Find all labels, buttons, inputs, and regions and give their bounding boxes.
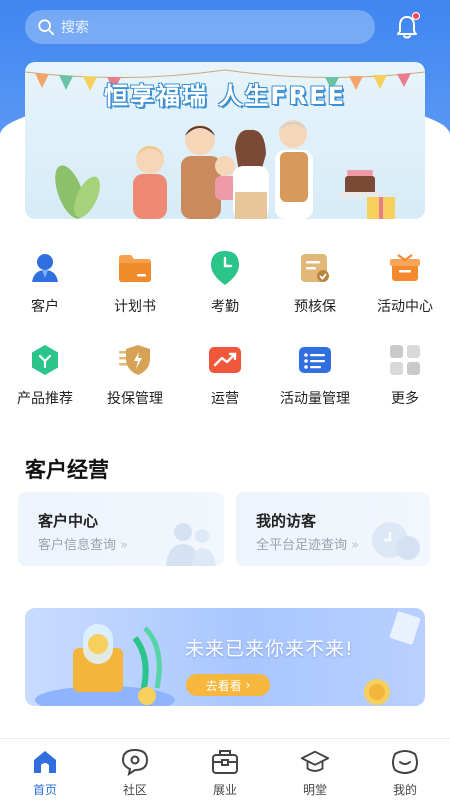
quick-action-pre-underwriting[interactable]: 预核保 [270, 248, 360, 316]
nav-community[interactable]: 社区 [90, 739, 180, 800]
product-icon [25, 340, 65, 380]
quick-action-attendance[interactable]: 考勤 [180, 248, 270, 316]
nav-business[interactable]: 展业 [180, 739, 270, 800]
quick-action-label: 运营 [211, 391, 239, 407]
nav-profile[interactable]: 我的 [360, 739, 450, 800]
family-illustration [55, 120, 395, 219]
card-title: 客户中心 [38, 512, 99, 530]
lightning-shield-icon [115, 340, 155, 380]
nav-academy[interactable]: 明堂 [270, 739, 360, 800]
quick-action-more[interactable]: 更多 [360, 340, 450, 408]
quick-action-label: 活动量管理 [280, 391, 350, 407]
notification-dot [412, 12, 420, 20]
quick-action-policy-management[interactable]: 投保管理 [90, 340, 180, 408]
nav-label: 我的 [392, 783, 417, 797]
quick-action-customer[interactable]: 客户 [0, 248, 90, 316]
quick-action-label: 产品推荐 [17, 391, 73, 407]
gift-icon [385, 248, 425, 288]
grid-icon [385, 340, 425, 380]
customer-center-card[interactable]: 客户中心 客户信息查询 » [18, 492, 224, 566]
visitor-icon [372, 522, 420, 560]
quick-action-label: 考勤 [211, 299, 239, 315]
briefcase-icon [210, 747, 240, 777]
quick-action-operations[interactable]: 运营 [180, 340, 270, 408]
folder-icon [115, 248, 155, 288]
nav-home[interactable]: 首页 [0, 739, 90, 800]
double-chevron-icon: » [116, 538, 129, 553]
promo-text: 未来已来你来不来! [185, 638, 354, 660]
check-document-icon [295, 248, 335, 288]
card-subtitle: 全平台足迹查询 » [256, 538, 360, 553]
section-title-customer-ops: 客户经营 [25, 458, 109, 482]
graduation-cap-icon [300, 747, 330, 777]
nav-label: 明堂 [302, 783, 327, 797]
search-placeholder: 搜索 [61, 20, 89, 36]
quick-action-label: 投保管理 [107, 391, 163, 407]
profile-icon [390, 747, 420, 777]
list-icon [295, 340, 335, 380]
community-icon [120, 747, 150, 777]
nav-label: 社区 [122, 783, 147, 797]
home-icon [30, 747, 60, 777]
promo-button-label: 去看看 [205, 678, 242, 693]
quick-action-activity-volume[interactable]: 活动量管理 [270, 340, 360, 408]
quick-action-plan[interactable]: 计划书 [90, 248, 180, 316]
card-title: 我的访客 [256, 512, 317, 530]
nav-label: 首页 [32, 783, 57, 797]
card-subtitle: 客户信息查询 » [38, 538, 129, 553]
customer-icon [25, 248, 65, 288]
bottom-nav: 首页 社区 展业 明堂 我的 [0, 738, 450, 800]
chevron-right-icon: › [245, 678, 251, 692]
quick-action-activity-center[interactable]: 活动中心 [360, 248, 450, 316]
quick-action-product-recommend[interactable]: 产品推荐 [0, 340, 90, 408]
quick-action-label: 预核保 [294, 299, 336, 315]
notification-button[interactable] [392, 12, 422, 42]
trend-icon [205, 340, 245, 380]
quick-action-label: 客户 [31, 299, 59, 315]
search-input[interactable]: 搜索 [25, 10, 375, 44]
my-visitors-card[interactable]: 我的访客 全平台足迹查询 » [236, 492, 430, 566]
quick-action-label: 活动中心 [377, 299, 433, 315]
hero-banner[interactable]: 恒享福瑞 人生FREE [25, 62, 425, 219]
double-chevron-icon: » [347, 538, 360, 553]
quick-action-label: 计划书 [114, 299, 156, 315]
quick-action-label: 更多 [391, 391, 419, 407]
nav-label: 展业 [212, 783, 237, 797]
promo-button[interactable]: 去看看 › [186, 674, 270, 696]
quick-actions-grid: 客户 计划书 考勤 预核保 活动中心 产品推荐 投保管理 运营 活动量管理 更多 [0, 248, 450, 408]
search-icon [38, 19, 55, 36]
people-icon [166, 523, 216, 566]
location-clock-icon [205, 248, 245, 288]
